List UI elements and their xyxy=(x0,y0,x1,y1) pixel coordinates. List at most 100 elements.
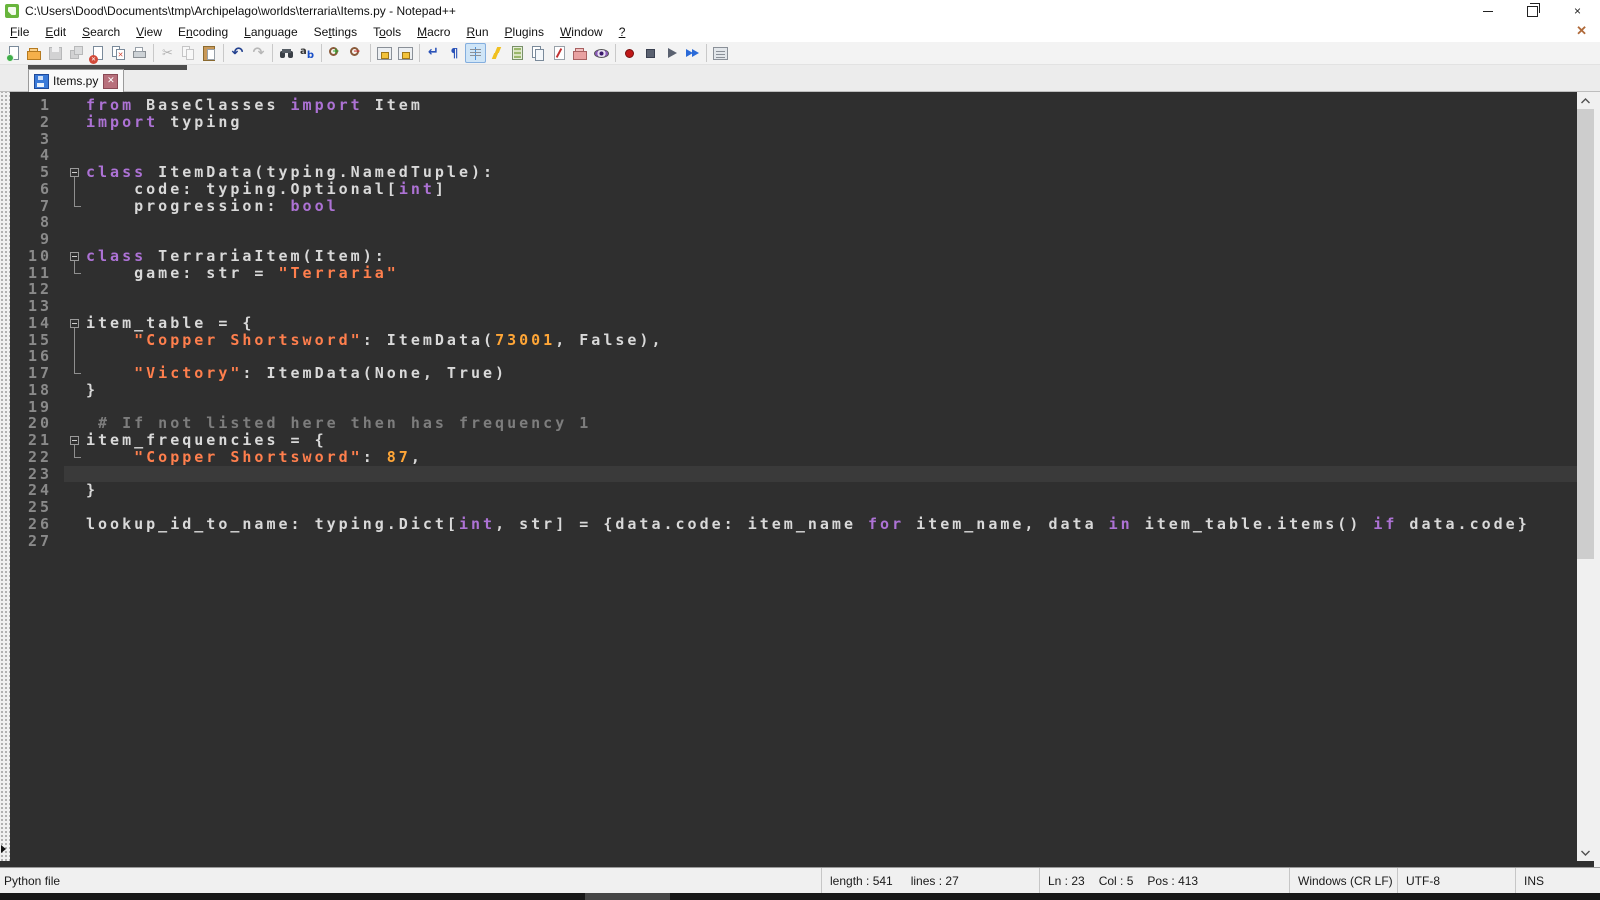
code-text[interactable]: game: str = "Terraria" xyxy=(86,265,399,282)
code-line-4[interactable]: 4 xyxy=(10,147,1600,164)
code-line-13[interactable]: 13 xyxy=(10,298,1600,315)
scroll-down-arrow-icon[interactable] xyxy=(1577,844,1594,861)
document-map-button[interactable] xyxy=(507,43,528,63)
menu-item-language[interactable]: Language xyxy=(236,23,306,41)
record-macro-button[interactable] xyxy=(619,43,640,63)
open-file-button[interactable] xyxy=(24,43,45,63)
tab-items-py[interactable]: Items.py ✕ xyxy=(28,69,124,92)
find-button[interactable] xyxy=(276,43,297,63)
code-line-24[interactable]: 24} xyxy=(10,482,1600,499)
run-macro-multiple-times-button[interactable] xyxy=(682,43,703,63)
code-line-12[interactable]: 12 xyxy=(10,281,1600,298)
function-list-button[interactable] xyxy=(549,43,570,63)
fold-collapse-icon[interactable] xyxy=(64,164,86,181)
status-insert-mode[interactable]: INS xyxy=(1516,868,1600,893)
close-document-x-button[interactable]: ✕ xyxy=(1576,23,1587,39)
code-line-15[interactable]: 15 "Copper Shortsword": ItemData(73001, … xyxy=(10,332,1600,349)
minimize-button[interactable] xyxy=(1465,0,1510,22)
code-line-27[interactable]: 27 xyxy=(10,533,1600,550)
fold-collapse-icon[interactable] xyxy=(64,315,86,332)
print-button[interactable] xyxy=(129,43,150,63)
menu-item-macro[interactable]: Macro xyxy=(409,23,458,41)
code-text[interactable]: } xyxy=(86,482,98,499)
sync-vertical-scroll-button[interactable] xyxy=(374,43,395,63)
vertical-scrollbar[interactable] xyxy=(1577,92,1594,861)
close-all-button[interactable] xyxy=(108,43,129,63)
close-file-button[interactable] xyxy=(87,43,108,63)
editor[interactable]: 1from BaseClasses import Item2import typ… xyxy=(0,92,1600,867)
code-text[interactable]: item_table = { xyxy=(86,315,254,332)
code-line-17[interactable]: 17 "Victory": ItemData(None, True) xyxy=(10,365,1600,382)
save-recorded-macro-button[interactable] xyxy=(710,43,731,63)
fold-collapse-icon[interactable] xyxy=(64,248,86,265)
code-text[interactable]: class TerrariaItem(Item): xyxy=(86,248,387,265)
code-line-26[interactable]: 26lookup_id_to_name: typing.Dict[int, st… xyxy=(10,516,1600,533)
code-text[interactable]: "Copper Shortsword": 87, xyxy=(86,449,423,466)
menu-item-edit[interactable]: Edit xyxy=(37,23,74,41)
code-text[interactable]: # If not listed here then has frequency … xyxy=(86,415,591,432)
code-line-19[interactable]: 19 xyxy=(10,399,1600,416)
scrollbar-thumb[interactable] xyxy=(1577,109,1594,559)
menu-item-settings[interactable]: Settings xyxy=(306,23,365,41)
code-line-23[interactable]: 23 xyxy=(10,466,1600,483)
word-wrap-button[interactable] xyxy=(423,43,444,63)
undo-button[interactable] xyxy=(227,43,248,63)
code-line-2[interactable]: 2import typing xyxy=(10,114,1600,131)
code-line-16[interactable]: 16 xyxy=(10,348,1600,365)
code-line-5[interactable]: 5class ItemData(typing.NamedTuple): xyxy=(10,164,1600,181)
close-button[interactable]: × xyxy=(1555,0,1600,22)
code-line-22[interactable]: 22 "Copper Shortsword": 87, xyxy=(10,449,1600,466)
code-text[interactable]: progression: bool xyxy=(86,198,339,215)
code-text[interactable]: class ItemData(typing.NamedTuple): xyxy=(86,164,495,181)
code-text[interactable]: "Copper Shortsword": ItemData(73001, Fal… xyxy=(86,332,664,349)
code-line-7[interactable]: 7 progression: bool xyxy=(10,198,1600,215)
menu-item-encoding[interactable]: Encoding xyxy=(170,23,236,41)
code-text[interactable]: import typing xyxy=(86,114,242,131)
menu-item-file[interactable]: File xyxy=(2,23,37,41)
fold-collapse-icon[interactable] xyxy=(64,432,86,449)
new-file-button[interactable] xyxy=(3,43,24,63)
sync-horizontal-scroll-button[interactable] xyxy=(395,43,416,63)
code-text[interactable]: } xyxy=(86,382,98,399)
scroll-up-arrow-icon[interactable] xyxy=(1577,92,1594,109)
code-line-6[interactable]: 6 code: typing.Optional[int] xyxy=(10,181,1600,198)
code-line-1[interactable]: 1from BaseClasses import Item xyxy=(10,97,1600,114)
tab-close-icon[interactable]: ✕ xyxy=(103,74,118,89)
menu-item-run[interactable]: Run xyxy=(458,23,496,41)
menu-item-window[interactable]: Window xyxy=(552,23,611,41)
restore-button[interactable] xyxy=(1510,0,1555,22)
monitoring-button[interactable] xyxy=(591,43,612,63)
zoom-in-button[interactable] xyxy=(325,43,346,63)
folder-as-workspace-button[interactable] xyxy=(570,43,591,63)
zoom-out-button[interactable] xyxy=(346,43,367,63)
playback-macro-button[interactable] xyxy=(661,43,682,63)
menu-item-tools[interactable]: Tools xyxy=(365,23,409,41)
user-defined-language-button[interactable] xyxy=(486,43,507,63)
stop-recording-button[interactable] xyxy=(640,43,661,63)
code-text[interactable]: code: typing.Optional[int] xyxy=(86,181,447,198)
menu-item-help[interactable]: ? xyxy=(611,23,634,41)
code-line-3[interactable]: 3 xyxy=(10,131,1600,148)
show-all-characters-button[interactable] xyxy=(444,43,465,63)
code-line-25[interactable]: 25 xyxy=(10,499,1600,516)
menu-item-view[interactable]: View xyxy=(128,23,170,41)
show-indent-guide-button[interactable] xyxy=(465,43,486,63)
code-line-20[interactable]: 20 # If not listed here then has frequen… xyxy=(10,415,1600,432)
dock-arrow-right-icon[interactable] xyxy=(1,845,6,853)
code-line-10[interactable]: 10class TerrariaItem(Item): xyxy=(10,248,1600,265)
document-list-button[interactable] xyxy=(528,43,549,63)
code-line-21[interactable]: 21item_frequencies = { xyxy=(10,432,1600,449)
code-line-14[interactable]: 14item_table = { xyxy=(10,315,1600,332)
replace-button[interactable] xyxy=(297,43,318,63)
paste-button[interactable] xyxy=(199,43,220,63)
code-line-8[interactable]: 8 xyxy=(10,214,1600,231)
menu-item-search[interactable]: Search xyxy=(74,23,128,41)
code-line-11[interactable]: 11 game: str = "Terraria" xyxy=(10,265,1600,282)
code-line-9[interactable]: 9 xyxy=(10,231,1600,248)
dock-splitter-strip[interactable] xyxy=(0,92,10,861)
code-text[interactable]: "Victory": ItemData(None, True) xyxy=(86,365,507,382)
code-text[interactable]: item_frequencies = { xyxy=(86,432,327,449)
menu-item-plugins[interactable]: Plugins xyxy=(497,23,552,41)
code-line-18[interactable]: 18} xyxy=(10,382,1600,399)
code-text[interactable]: lookup_id_to_name: typing.Dict[int, str]… xyxy=(86,516,1530,533)
